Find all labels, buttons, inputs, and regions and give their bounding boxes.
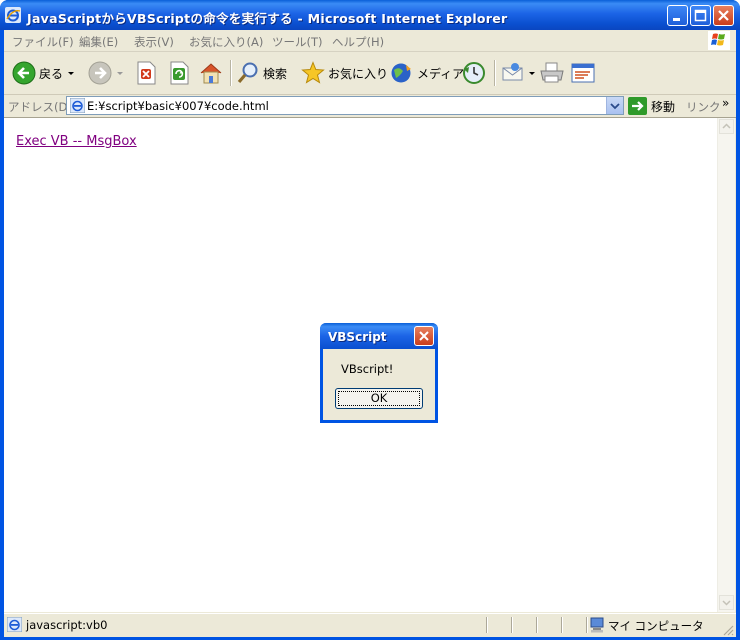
- go-button[interactable]: 移動: [628, 96, 675, 116]
- history-icon: [463, 62, 485, 84]
- media-icon: [391, 63, 411, 83]
- printer-icon: [540, 62, 564, 83]
- status-text: javascript:vb0: [26, 618, 108, 632]
- status-bar: javascript:vb0 マイ コンピュータ: [4, 613, 736, 637]
- go-arrow-icon: [628, 97, 647, 115]
- status-divider: [561, 617, 563, 633]
- standard-toolbar: 戻る 検索 お気に入り メディア: [4, 52, 736, 95]
- back-label: 戻る: [39, 66, 64, 81]
- address-label: アドレス(D): [8, 100, 72, 114]
- mail-button[interactable]: [501, 59, 536, 87]
- search-button[interactable]: 検索: [236, 59, 287, 87]
- close-icon: [718, 10, 729, 21]
- chevron-down-icon: [722, 600, 731, 606]
- edit-page-icon: [571, 63, 595, 83]
- address-field[interactable]: E:¥script¥basic¥007¥code.html: [66, 96, 624, 115]
- ok-button[interactable]: OK: [335, 388, 423, 409]
- close-button[interactable]: [713, 5, 734, 26]
- chevron-down-icon: [610, 103, 620, 110]
- menu-bar: ファイル(F) 編集(E) 表示(V) お気に入り(A) ツール(T) ヘルプ(…: [4, 30, 736, 52]
- menu-edit[interactable]: 編集(E): [79, 34, 118, 50]
- star-icon: [301, 61, 325, 84]
- vertical-scrollbar[interactable]: [717, 118, 735, 612]
- refresh-button[interactable]: [168, 59, 190, 87]
- status-divider: [511, 617, 513, 633]
- status-divider: [586, 617, 588, 633]
- stop-button[interactable]: [135, 59, 157, 87]
- resize-grip-icon[interactable]: [722, 624, 734, 636]
- page-icon: [7, 617, 22, 632]
- mail-icon: [502, 63, 523, 81]
- toolbar-separator: [230, 60, 232, 86]
- refresh-icon: [170, 61, 189, 85]
- focus-rectangle: [338, 391, 420, 406]
- home-icon: [200, 63, 222, 84]
- links-label[interactable]: リンク: [686, 99, 721, 115]
- exec-vb-msgbox-link[interactable]: Exec VB -- MsgBox: [16, 134, 137, 149]
- address-url: E:¥script¥basic¥007¥code.html: [87, 99, 269, 113]
- minimize-icon: [673, 18, 680, 21]
- vbscript-msgbox-dialog: VBScript VBscript! OK: [320, 323, 438, 423]
- page-icon: [70, 98, 85, 113]
- search-label: 検索: [263, 66, 288, 81]
- menu-favorites[interactable]: お気に入り(A): [189, 34, 263, 50]
- status-divider: [486, 617, 488, 633]
- address-bar: アドレス(D) E:¥script¥basic¥007¥code.html 移動: [4, 95, 736, 118]
- media-button[interactable]: メディア: [390, 59, 464, 87]
- favorites-button[interactable]: お気に入り: [301, 59, 388, 87]
- computer-icon: [590, 617, 604, 633]
- browser-window: JavaScriptからVBScriptの命令を実行する - Microsoft…: [0, 0, 740, 640]
- chevron-up-icon: [722, 123, 731, 129]
- ie-icon: [5, 7, 21, 23]
- title-bar[interactable]: JavaScriptからVBScriptの命令を実行する - Microsoft…: [0, 0, 740, 30]
- window-title: JavaScriptからVBScriptの命令を実行する - Microsoft…: [27, 11, 508, 26]
- close-icon: [419, 331, 429, 341]
- minimize-button[interactable]: [667, 5, 688, 26]
- forward-arrow-icon: [88, 61, 112, 85]
- dialog-title: VBScript: [328, 330, 387, 344]
- forward-button[interactable]: [88, 59, 125, 87]
- favorites-label: お気に入り: [328, 66, 389, 81]
- address-dropdown-button[interactable]: [606, 97, 623, 114]
- history-button[interactable]: [462, 59, 486, 87]
- chevron-down-icon: [529, 72, 535, 75]
- maximize-icon: [694, 9, 707, 22]
- dialog-close-button[interactable]: [414, 326, 434, 346]
- links-chevron-icon[interactable]: »: [722, 96, 729, 110]
- menu-file[interactable]: ファイル(F): [12, 34, 74, 50]
- scroll-up-button[interactable]: [719, 119, 734, 134]
- menu-help[interactable]: ヘルプ(H): [332, 34, 384, 50]
- menu-tools[interactable]: ツール(T): [272, 34, 323, 50]
- menu-view[interactable]: 表示(V): [134, 34, 174, 50]
- chevron-down-icon: [117, 72, 123, 75]
- chevron-down-icon: [68, 72, 75, 75]
- dialog-title-bar[interactable]: VBScript: [320, 323, 438, 349]
- maximize-button[interactable]: [690, 5, 711, 26]
- go-label: 移動: [651, 99, 676, 114]
- scroll-down-button[interactable]: [719, 595, 734, 610]
- back-button[interactable]: 戻る: [12, 59, 76, 87]
- windows-logo-icon: [708, 31, 730, 50]
- toolbar-separator: [494, 60, 496, 86]
- dialog-message: VBscript!: [341, 362, 394, 376]
- search-icon: [237, 62, 258, 84]
- stop-icon: [137, 61, 156, 85]
- security-zone: マイ コンピュータ: [608, 619, 704, 633]
- back-arrow-icon: [12, 61, 36, 85]
- home-button[interactable]: [199, 59, 223, 87]
- media-label: メディア: [417, 66, 465, 81]
- edit-button[interactable]: [570, 59, 596, 87]
- status-divider: [536, 617, 538, 633]
- print-button[interactable]: [539, 59, 565, 87]
